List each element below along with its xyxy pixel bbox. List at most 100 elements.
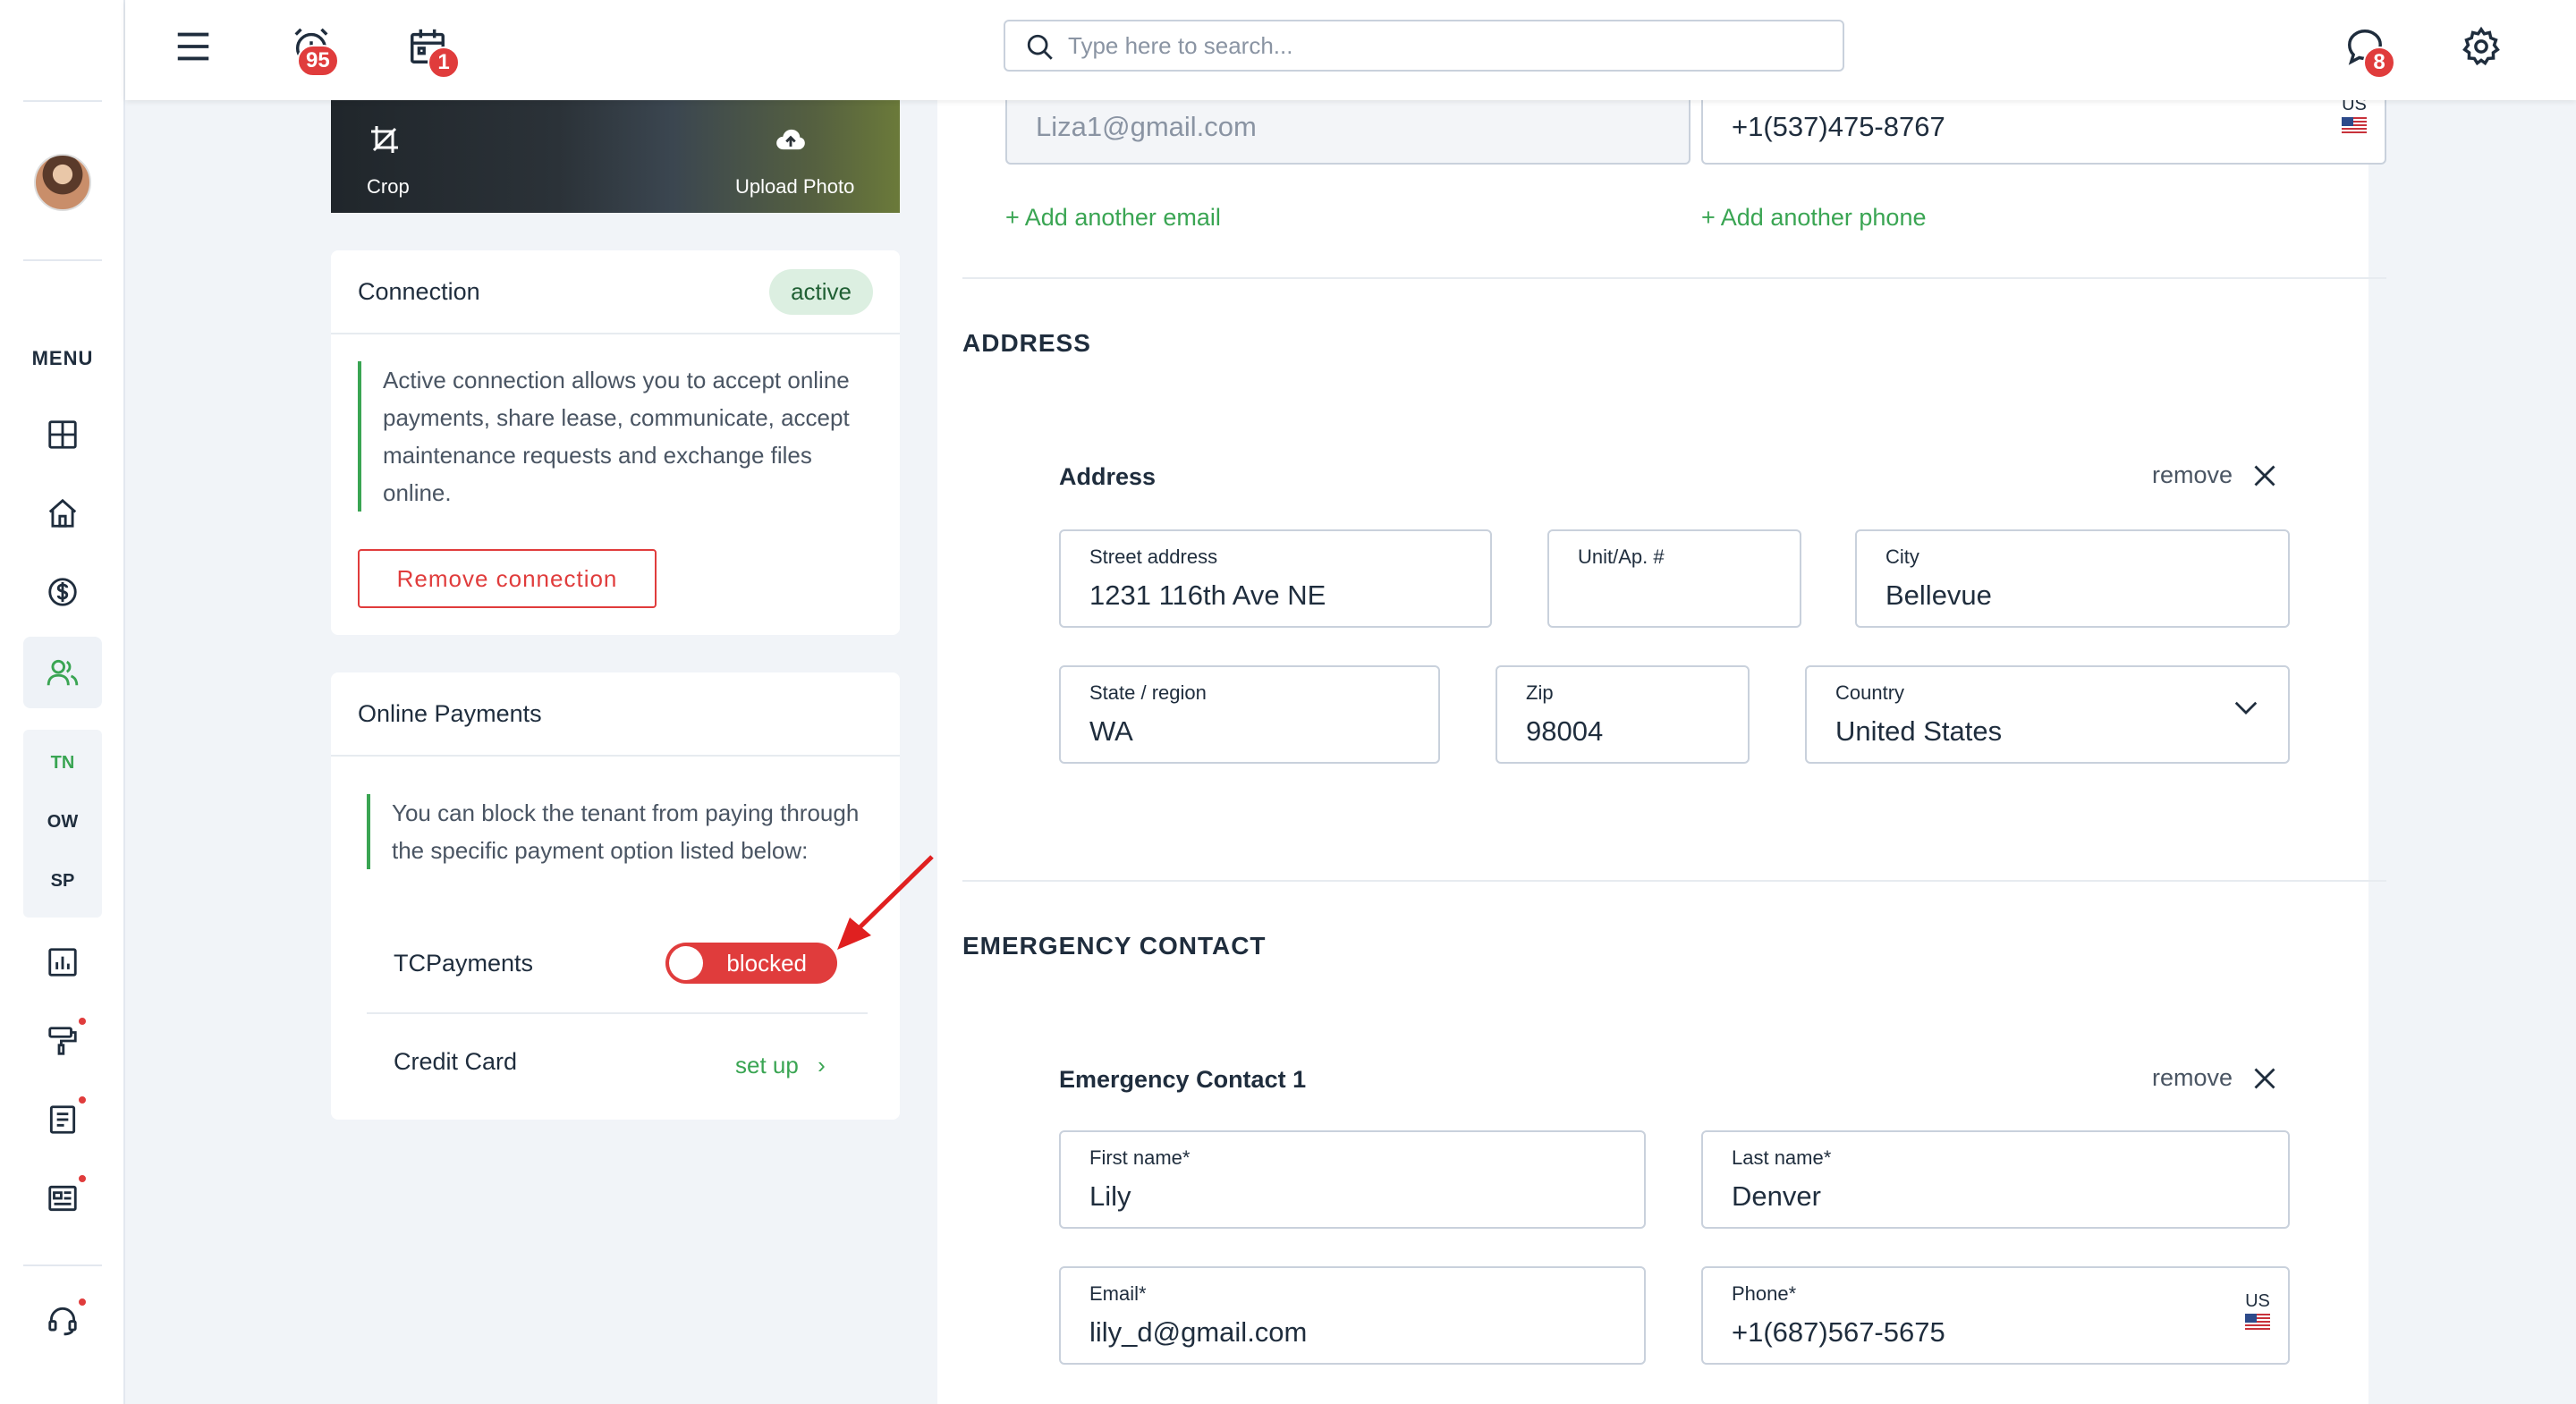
zip-field[interactable]: Zip 98004	[1496, 665, 1750, 764]
menu-toggle-button[interactable]	[166, 20, 220, 73]
tcpayments-label: TCPayments	[394, 950, 534, 977]
connection-card: Connection active Active connection allo…	[331, 250, 900, 635]
emergency-phone-label: Phone*	[1732, 1282, 1797, 1305]
sidebar-item-properties[interactable]	[36, 486, 89, 540]
news-icon	[48, 1185, 77, 1212]
emergency-phone-field[interactable]: Phone* +1(687)567-5675 US	[1701, 1266, 2290, 1365]
city-value: Bellevue	[1885, 579, 1992, 611]
notification-dot	[77, 1173, 88, 1184]
sidebar: MENU TN OW SP	[0, 0, 125, 1404]
divider	[962, 880, 2386, 882]
online-payments-note: You can block the tenant from paying thr…	[367, 794, 868, 869]
street-address-value: 1231 116th Ave NE	[1089, 579, 1326, 611]
dollar-icon	[48, 578, 77, 606]
alarm-badge: 95	[297, 45, 339, 77]
unit-field[interactable]: Unit/Ap. #	[1547, 529, 1801, 628]
zip-label: Zip	[1526, 681, 1554, 704]
close-icon	[2254, 465, 2275, 486]
first-name-value: Lily	[1089, 1180, 1131, 1212]
upload-photo-label: Upload Photo	[735, 175, 855, 198]
search-icon	[1027, 34, 1053, 60]
subnav-service-pros[interactable]: SP	[23, 871, 102, 892]
zip-value: 98004	[1526, 715, 1604, 747]
notification-dot	[77, 1095, 88, 1105]
subnav-owners[interactable]: OW	[23, 812, 102, 833]
unit-label: Unit/Ap. #	[1578, 546, 1665, 568]
emergency-email-label: Email*	[1089, 1282, 1147, 1305]
sidebar-item-people[interactable]	[23, 637, 102, 708]
last-name-field[interactable]: Last name* Denver	[1701, 1130, 2290, 1229]
cloud-upload-icon	[776, 129, 805, 150]
avatar[interactable]	[34, 154, 91, 211]
upload-photo-button[interactable]	[773, 122, 809, 157]
profile-photo: Crop Upload Photo	[331, 89, 900, 213]
email-field[interactable]: Liza1@gmail.com	[1005, 91, 1690, 165]
divider	[962, 277, 2386, 279]
chevron-right-icon: ›	[818, 1052, 826, 1078]
city-field[interactable]: City Bellevue	[1855, 529, 2290, 628]
setup-label: set up	[735, 1052, 799, 1078]
headset-icon	[48, 1307, 77, 1336]
status-badge: active	[769, 268, 873, 315]
gear-icon	[2462, 26, 2500, 66]
phone-value: +1(537)475-8767	[1732, 111, 1945, 142]
divider	[367, 1012, 868, 1014]
street-address-label: Street address	[1089, 546, 1218, 568]
country-select[interactable]: Country United States	[1805, 665, 2290, 764]
address-section-title: ADDRESS	[962, 329, 1091, 357]
city-label: City	[1885, 546, 1919, 568]
remove-connection-button[interactable]: Remove connection	[358, 549, 657, 608]
first-name-field[interactable]: First name* Lily	[1059, 1130, 1646, 1229]
remove-emergency-contact-button[interactable]: remove	[2152, 1064, 2277, 1092]
state-value: WA	[1089, 715, 1133, 747]
chevron-down-icon	[2234, 701, 2258, 715]
crop-button[interactable]	[367, 122, 402, 157]
add-phone-link[interactable]: + Add another phone	[1701, 204, 1926, 232]
home-icon	[48, 498, 77, 528]
add-email-link[interactable]: + Add another email	[1005, 204, 1221, 232]
toggle-knob	[669, 946, 703, 980]
state-field[interactable]: State / region WA	[1059, 665, 1440, 764]
emergency-phone-country[interactable]: US	[2245, 1291, 2270, 1330]
emergency-email-field[interactable]: Email* lily_d@gmail.com	[1059, 1266, 1646, 1365]
document-icon	[49, 1105, 76, 1134]
tcpayments-toggle[interactable]: blocked	[665, 943, 837, 984]
country-value: United States	[1835, 715, 2003, 747]
phone-field[interactable]: +1(537)475-8767 US	[1701, 91, 2386, 165]
top-bar: 95 1 8	[125, 0, 2576, 100]
connection-note: Active connection allows you to accept o…	[358, 361, 877, 512]
sidebar-item-reports[interactable]	[36, 935, 89, 989]
menu-label: MENU	[31, 347, 94, 369]
hamburger-icon	[177, 32, 209, 61]
subnav-tenants[interactable]: TN	[23, 753, 102, 774]
connection-title: Connection	[358, 277, 480, 305]
sidebar-item-dashboard[interactable]	[36, 408, 89, 461]
street-address-field[interactable]: Street address 1231 116th Ave NE	[1059, 529, 1492, 628]
calendar-badge: 1	[428, 47, 460, 79]
notification-dot	[77, 1297, 88, 1307]
phone-country[interactable]: US	[2342, 95, 2367, 133]
online-payments-title: Online Payments	[358, 699, 542, 727]
remove-address-button[interactable]: remove	[2152, 461, 2277, 489]
settings-button[interactable]	[2454, 20, 2508, 73]
first-name-label: First name*	[1089, 1146, 1191, 1169]
messages-badge: 8	[2363, 47, 2395, 79]
online-payments-card: Online Payments You can block the tenant…	[331, 672, 900, 1120]
notification-dot	[77, 1016, 88, 1027]
emergency-block-title: Emergency Contact 1	[1059, 1066, 1307, 1093]
address-block-title: Address	[1059, 463, 1157, 490]
us-flag-icon	[2342, 117, 2367, 133]
country-code: US	[2245, 1291, 2270, 1311]
emergency-email-value: lily_d@gmail.com	[1089, 1316, 1308, 1348]
people-icon	[47, 659, 79, 686]
country-label: Country	[1835, 681, 1905, 704]
credit-card-label: Credit Card	[394, 1048, 518, 1075]
state-label: State / region	[1089, 681, 1207, 704]
sidebar-item-accounting[interactable]	[36, 565, 89, 619]
credit-card-setup-link[interactable]: set up ›	[735, 1052, 826, 1079]
remove-label: remove	[2152, 1064, 2233, 1091]
tenant-form-panel: Liza1@gmail.com +1(537)475-8767 US + Add…	[937, 91, 2386, 1404]
connection-header: Connection active	[331, 250, 900, 334]
search-input[interactable]	[1068, 31, 1801, 60]
dashboard-icon	[48, 420, 77, 449]
